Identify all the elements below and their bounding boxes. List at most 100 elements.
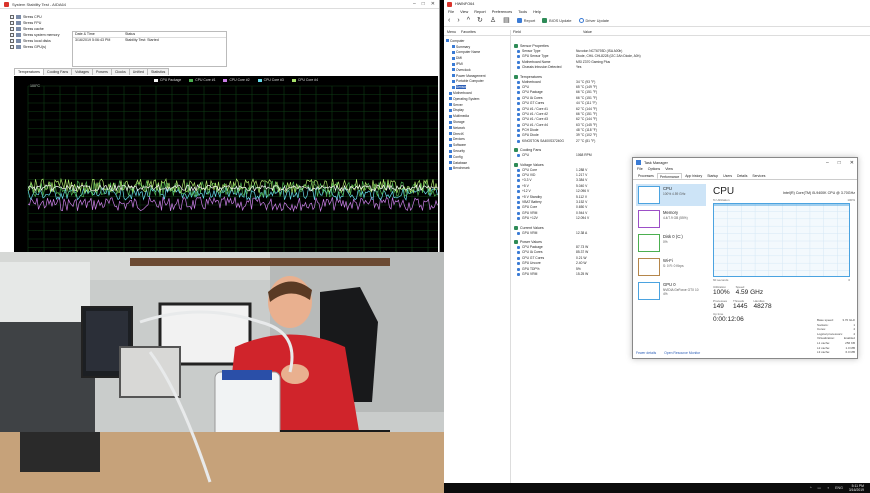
sidebar-item-wifi[interactable]: Wi-Fi S: 0 R: 0 Kbps	[636, 256, 706, 278]
graph-y-max-label: 100°C	[30, 84, 41, 88]
tab-cooling-fans[interactable]: Cooling Fans	[42, 68, 73, 75]
cpu-heading: CPU	[713, 186, 735, 197]
tab-details[interactable]: Details	[735, 173, 749, 179]
memory-device-icon	[16, 33, 21, 37]
tree-item-label: Devices	[453, 137, 465, 142]
sensor-row[interactable]: Chassis Intrusion Detected Yes	[514, 65, 644, 70]
taskbar-clock[interactable]: 5:11 PM 3/16/2019	[849, 484, 864, 492]
user-icon[interactable]: ♙	[490, 17, 496, 24]
menu-report[interactable]: Report	[474, 10, 485, 14]
sidebar-item-cpu[interactable]: CPU 100% 4.59 GHz	[636, 184, 706, 206]
cpu-graph-grid	[714, 204, 849, 276]
tab-performance[interactable]: Performance	[656, 173, 683, 179]
section-icon	[514, 74, 518, 79]
tree-item-label: Computer Name	[456, 50, 481, 55]
tab-services[interactable]: Services	[750, 173, 767, 179]
tab-voltages[interactable]: Voltages	[71, 68, 93, 75]
menu-file[interactable]: File	[448, 10, 454, 14]
checkbox[interactable]	[10, 45, 14, 49]
disk-thumbnail	[638, 234, 660, 252]
report-button[interactable]: Report	[516, 18, 535, 23]
tab-app-history[interactable]: App history	[683, 173, 704, 179]
stress-titlebar[interactable]: System Stability Test - AIDA64 – □ ✕	[0, 0, 439, 9]
maximize-icon[interactable]: □	[422, 1, 425, 7]
checkbox[interactable]	[10, 33, 14, 37]
checkbox[interactable]	[10, 27, 14, 31]
menu-preferences[interactable]: Preferences	[492, 10, 512, 14]
menu-tools[interactable]: Tools	[518, 10, 527, 14]
legend-item[interactable]: CPU Core #4	[291, 78, 318, 82]
sensor-value: 12.38 A	[576, 230, 588, 235]
tree-node-icon	[449, 155, 452, 159]
refresh-icon[interactable]: ↻	[477, 17, 483, 24]
task-manager-icon	[636, 160, 641, 165]
chart-icon[interactable]: ▤	[503, 17, 510, 24]
back-arrow-icon[interactable]: ‹	[448, 17, 450, 24]
tab-temperatures[interactable]: Temperatures	[14, 68, 44, 75]
maximize-icon[interactable]: □	[838, 160, 841, 166]
sensor-value: 1068 RPM	[576, 153, 592, 158]
sidebar-item-gpu[interactable]: GPU 0 NVIDIA GeForce GTX 10 4%	[636, 280, 706, 302]
bios-update-button[interactable]: BIOS Update	[542, 18, 572, 23]
sidebar-item-memory[interactable]: Memory 4.4/7.9 GB (55%)	[636, 208, 706, 230]
taskmgr-titlebar[interactable]: Task Manager – □ ✕	[633, 158, 857, 167]
close-icon[interactable]: ✕	[431, 1, 435, 7]
language-indicator[interactable]: ENG	[835, 486, 843, 490]
table-row[interactable]: 3/16/2019 5:06:43 PM Stability Test: Sta…	[73, 38, 226, 44]
volume-icon[interactable]: ◖	[827, 486, 829, 490]
section-icon	[514, 148, 518, 153]
minimize-icon[interactable]: –	[413, 1, 416, 7]
legend-item[interactable]: CPU Package	[154, 78, 181, 82]
tree-node-icon	[452, 50, 455, 54]
utilization-axis-max: 100%	[847, 198, 855, 202]
open-resource-monitor-link[interactable]: Open Resource Monitor	[664, 351, 700, 355]
network-icon[interactable]: ▭	[818, 486, 821, 490]
tree-item[interactable]: Benchmark	[446, 166, 508, 172]
sensor-row[interactable]: GPU +12V 12.094 V	[514, 216, 644, 221]
sensor-row[interactable]: KINGSTON SA400S37240G 27 °C (81 °F)	[514, 139, 644, 144]
tab-clocks[interactable]: Clocks	[110, 68, 130, 75]
tab-unified[interactable]: Unified	[128, 68, 148, 75]
stat-threads: Threads 1445	[733, 299, 748, 310]
pane-divider[interactable]	[510, 30, 511, 483]
tree-item-label: Sensor	[456, 85, 467, 90]
sidebar-item-disk[interactable]: Disk 0 (C:) 0%	[636, 232, 706, 254]
sensor-field: KINGSTON SA400S37240G	[514, 139, 576, 144]
hwinfo-titlebar[interactable]: HWiNFO64	[444, 0, 870, 8]
close-icon[interactable]: ✕	[850, 160, 854, 166]
driver-update-button[interactable]: Driver Update	[578, 18, 609, 23]
checkbox[interactable]	[10, 21, 14, 25]
legend-item[interactable]: CPU Core #2	[223, 78, 250, 82]
tab-processes[interactable]: Processes	[636, 173, 656, 179]
tree-item-label: Computer	[450, 38, 465, 43]
tab-statistics[interactable]: Statistics	[146, 68, 170, 75]
report-icon	[516, 18, 522, 23]
stability-test-window: System Stability Test - AIDA64 – □ ✕ Str…	[0, 0, 440, 252]
tree-item-label: DirectX	[453, 131, 464, 136]
sensor-row[interactable]: CPU 1068 RPM	[514, 153, 644, 158]
stress-check-row[interactable]: Stress GPU(s)	[10, 44, 72, 50]
tab-powers[interactable]: Powers	[91, 68, 112, 75]
legend-item[interactable]: CPU Core #1	[189, 78, 215, 82]
webcam-feed	[0, 252, 444, 493]
sensor-row[interactable]: GPU VRM 15.25 W	[514, 272, 644, 277]
tray-up-arrow-icon[interactable]: ^	[810, 486, 812, 490]
legend-item[interactable]: CPU Core #3	[257, 78, 284, 82]
menu-view[interactable]: View	[460, 10, 468, 14]
tab-users[interactable]: Users	[721, 173, 734, 179]
up-arrow-icon[interactable]: ^	[467, 17, 470, 24]
sensor-row[interactable]: GPU VRM 12.38 A	[514, 231, 644, 236]
forward-arrow-icon[interactable]: ›	[457, 17, 459, 24]
tab-startup[interactable]: Startup	[705, 173, 720, 179]
cpu-details-list: Base speed: 3.70 GHz Sockets: 1 Cores: 4 Logic…	[817, 318, 855, 355]
menu-help[interactable]: Help	[533, 10, 541, 14]
minimize-icon[interactable]: –	[826, 160, 829, 166]
tree-node-icon	[452, 62, 455, 66]
checkbox[interactable]	[10, 39, 14, 43]
search-icon	[578, 18, 584, 23]
fewer-details-link[interactable]: Fewer details	[636, 351, 656, 355]
tree-node-icon	[449, 149, 452, 153]
checkbox[interactable]	[10, 15, 14, 19]
sensor-field: GPU VRM	[514, 272, 576, 277]
sensor-field: GPU VRM	[514, 231, 576, 236]
